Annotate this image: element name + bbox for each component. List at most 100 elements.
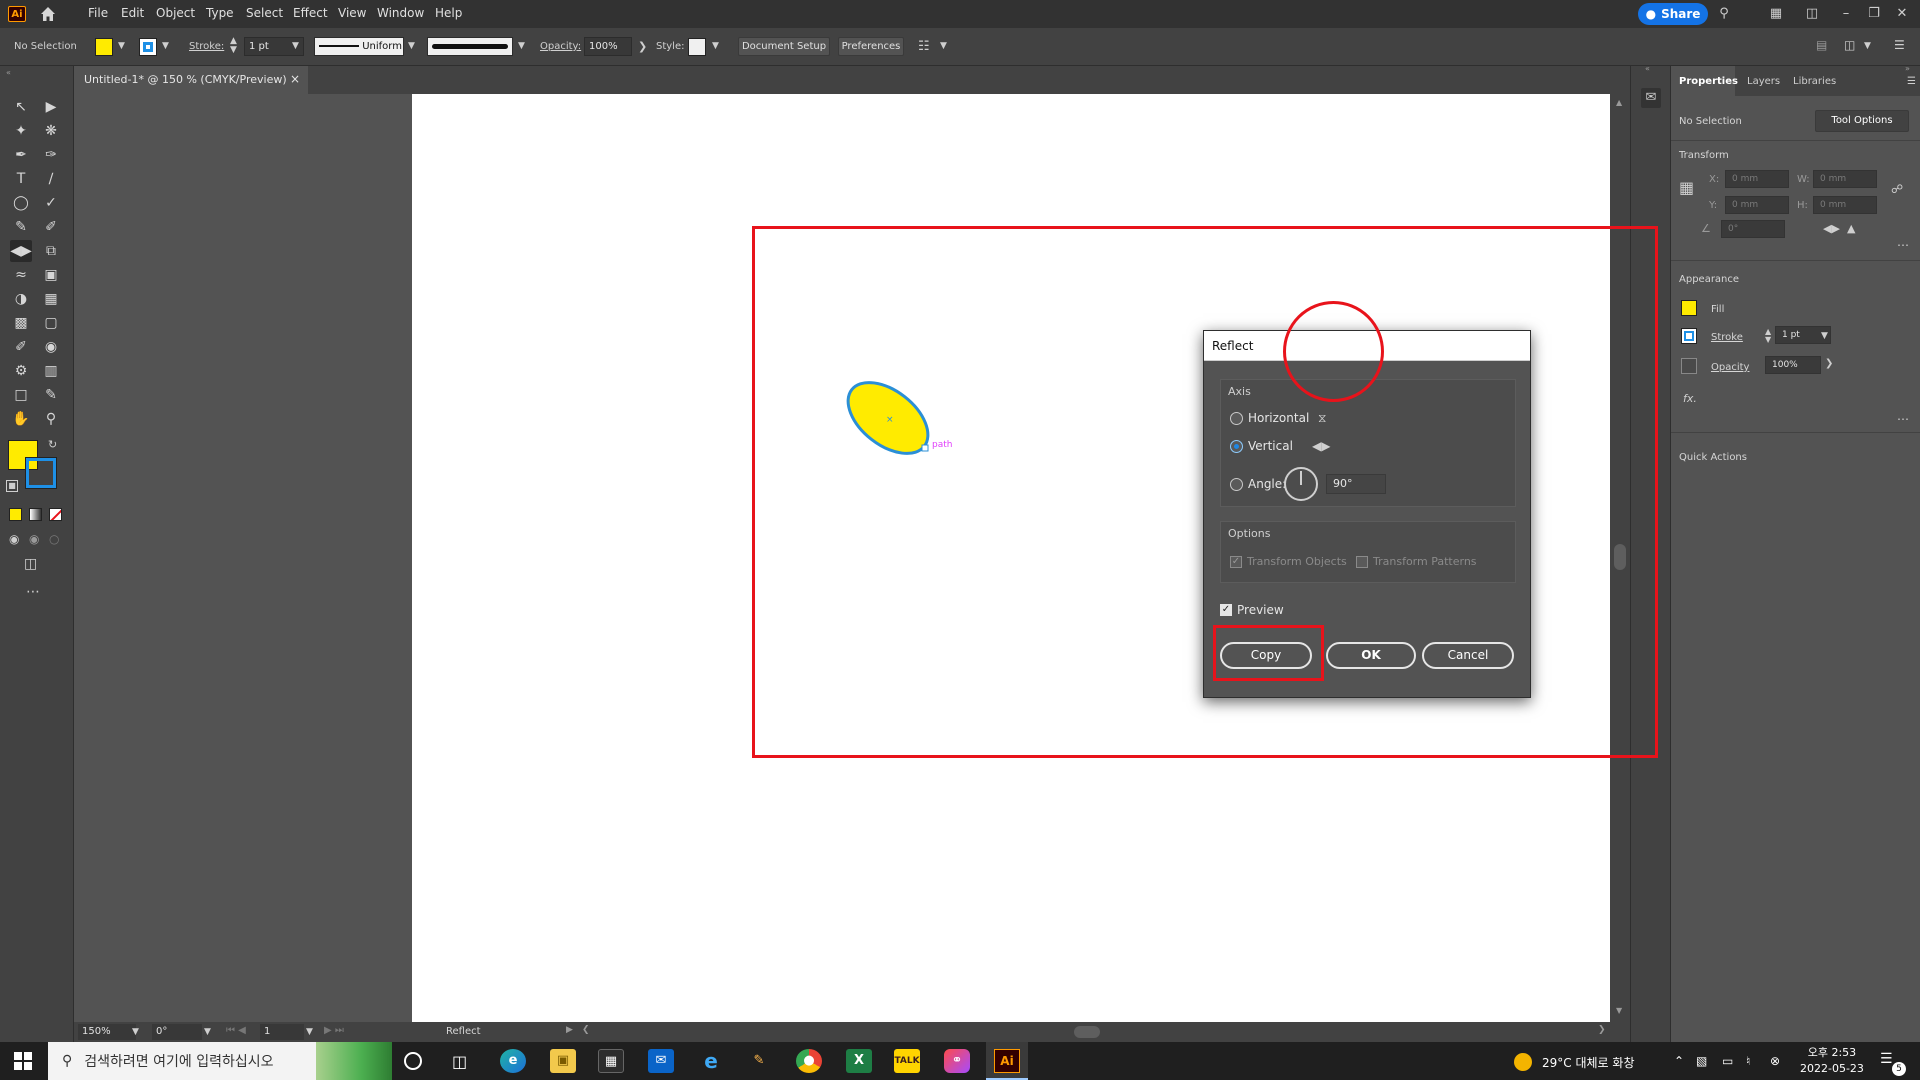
y-input[interactable]: 0 mm	[1725, 196, 1789, 214]
fill-swatch[interactable]	[95, 38, 113, 56]
store-icon[interactable]: ▦	[598, 1049, 624, 1073]
selection-tool-icon[interactable]: ↖	[10, 96, 32, 118]
edge-icon[interactable]: e	[500, 1049, 526, 1073]
rotate-input[interactable]: 0°	[1721, 220, 1785, 238]
share-button[interactable]: ● Share	[1638, 3, 1708, 25]
weather-text[interactable]: 29°C 대체로 화창	[1542, 1054, 1634, 1071]
zoom-tool-icon[interactable]: ⚲	[40, 408, 62, 430]
scroll-left-icon[interactable]: ❮	[582, 1025, 590, 1035]
curvature-tool-icon[interactable]: ✑	[40, 144, 62, 166]
shaper-tool-icon[interactable]: ✎	[10, 216, 32, 238]
width-tool-icon[interactable]: ≈	[10, 264, 32, 286]
stroke-swatch[interactable]	[139, 38, 157, 56]
chevron-down-icon[interactable]: ▼	[408, 41, 415, 51]
menu-effect[interactable]: Effect	[293, 6, 328, 20]
type-tool-icon[interactable]: T	[10, 168, 32, 190]
menu-file[interactable]: File	[88, 6, 108, 20]
draw-inside-icon[interactable]: ○	[49, 532, 59, 546]
direct-selection-tool-icon[interactable]: ▶	[40, 96, 62, 118]
tab-properties[interactable]: Properties	[1679, 76, 1738, 87]
chevron-down-icon[interactable]: ▼	[132, 1027, 139, 1037]
tab-layers[interactable]: Layers	[1747, 76, 1780, 87]
line-tool-icon[interactable]: ∕	[40, 168, 62, 190]
rotation-input[interactable]: 0°	[152, 1024, 202, 1040]
horizontal-scroll-thumb[interactable]	[1074, 1026, 1100, 1038]
search-icon[interactable]: ⚲	[1716, 6, 1732, 22]
screen-mode-icon[interactable]: ◫	[24, 556, 37, 572]
illustrator-taskbar-item[interactable]: Ai	[986, 1042, 1028, 1080]
hand-tool-icon[interactable]: ✋	[10, 408, 32, 430]
stroke-label[interactable]: Stroke:	[189, 41, 224, 52]
perspective-grid-tool-icon[interactable]: ▦	[40, 288, 62, 310]
display-icon[interactable]: ▭	[1722, 1054, 1733, 1068]
workspace-icon[interactable]: ▦	[1768, 6, 1784, 22]
chevron-right-icon[interactable]: ❯	[1825, 358, 1833, 369]
cortana-icon[interactable]	[404, 1052, 422, 1070]
scale-tool-icon[interactable]: ⧉	[40, 240, 62, 262]
default-colors-icon[interactable]: ■	[6, 480, 18, 492]
opacity-label[interactable]: Opacity	[1711, 362, 1749, 373]
comments-icon[interactable]: ✉	[1641, 88, 1661, 108]
flip-vertical-icon[interactable]: ▲	[1847, 222, 1855, 235]
chevron-down-icon[interactable]: ▼	[712, 41, 719, 51]
more-options-icon[interactable]: ⋯	[1897, 238, 1909, 252]
restore-icon[interactable]: ❐	[1866, 6, 1882, 22]
collapse-panel-icon[interactable]: »	[1905, 64, 1910, 73]
zoom-input[interactable]: 150%	[78, 1024, 136, 1040]
expand-panels-icon[interactable]: «	[1645, 64, 1650, 73]
paint-icon[interactable]: ✎	[746, 1049, 772, 1073]
mesh-tool-icon[interactable]: ▩	[10, 312, 32, 334]
scroll-right-icon[interactable]: ❯	[1598, 1025, 1606, 1035]
symbol-sprayer-tool-icon[interactable]: ⚙	[10, 360, 32, 382]
file-explorer-icon[interactable]: ▣	[550, 1049, 576, 1073]
taskbar-search[interactable]: ⚲ 검색하려면 여기에 입력하십시오	[48, 1042, 392, 1080]
gradient-mode-icon[interactable]	[29, 508, 42, 521]
eyedropper-icon[interactable]: ✐	[10, 336, 32, 358]
reflect-tool-icon[interactable]: ◀▶	[10, 240, 32, 262]
effects-icon[interactable]: fx.	[1683, 392, 1697, 405]
menu-select[interactable]: Select	[246, 6, 283, 20]
scroll-down-icon[interactable]: ▼	[1616, 1006, 1622, 1015]
lasso-tool-icon[interactable]: ❋	[40, 120, 62, 142]
ellipse-tool-icon[interactable]: ◯	[10, 192, 32, 214]
chevron-down-icon[interactable]: ▼	[306, 1027, 313, 1037]
magic-wand-tool-icon[interactable]: ✦	[10, 120, 32, 142]
chevron-down-icon[interactable]: ▼	[1864, 41, 1871, 51]
last-artboard-icon[interactable]: ▶ ⏭	[324, 1025, 344, 1036]
windows-start-icon[interactable]	[14, 1052, 32, 1070]
opacity-label[interactable]: Opacity:	[540, 41, 581, 52]
opacity-input[interactable]: 100%	[584, 37, 632, 56]
x-input[interactable]: 0 mm	[1725, 170, 1789, 188]
chevron-down-icon[interactable]: ▼	[1821, 331, 1828, 341]
style-swatch[interactable]	[688, 38, 706, 56]
edit-toolbar-icon[interactable]: ⋯	[26, 584, 40, 600]
align-icon[interactable]: ▤	[1816, 38, 1827, 52]
tray-overflow-icon[interactable]: ⌃	[1674, 1054, 1684, 1068]
scroll-up-icon[interactable]: ▲	[1616, 98, 1622, 107]
preferences-button[interactable]: Preferences	[838, 37, 904, 56]
stroke-color-icon[interactable]	[26, 458, 56, 488]
tab-libraries[interactable]: Libraries	[1793, 76, 1836, 87]
minimize-icon[interactable]: –	[1838, 6, 1854, 22]
artboard-tool-icon[interactable]: □	[10, 384, 32, 406]
draw-behind-icon[interactable]: ◉	[29, 532, 39, 546]
chevron-down-icon[interactable]: ▼	[162, 41, 169, 51]
excel-icon[interactable]: X	[846, 1049, 872, 1073]
menu-window[interactable]: Window	[377, 6, 424, 20]
color-mode-icon[interactable]	[9, 508, 22, 521]
pen-tool-icon[interactable]: ✒	[10, 144, 32, 166]
status-menu-icon[interactable]: ▶	[566, 1025, 573, 1035]
transform-icon[interactable]: ◫	[1844, 38, 1855, 52]
eyedropper-tool-icon[interactable]: ✐	[40, 216, 62, 238]
panel-menu-icon[interactable]: ☰	[1894, 38, 1905, 52]
gradient-tool-icon[interactable]: ▢	[40, 312, 62, 334]
chevron-right-icon[interactable]: ❯	[638, 40, 647, 53]
tool-options-button[interactable]: Tool Options	[1815, 110, 1909, 132]
flip-horizontal-icon[interactable]: ◀▶	[1823, 222, 1840, 235]
menu-view[interactable]: View	[338, 6, 366, 20]
free-transform-tool-icon[interactable]: ▣	[40, 264, 62, 286]
action-center-icon[interactable]: ☰	[1880, 1051, 1893, 1067]
menu-help[interactable]: Help	[435, 6, 462, 20]
chevron-down-icon[interactable]: ▼	[118, 41, 125, 51]
opacity-field[interactable]: 100%	[1765, 356, 1821, 374]
